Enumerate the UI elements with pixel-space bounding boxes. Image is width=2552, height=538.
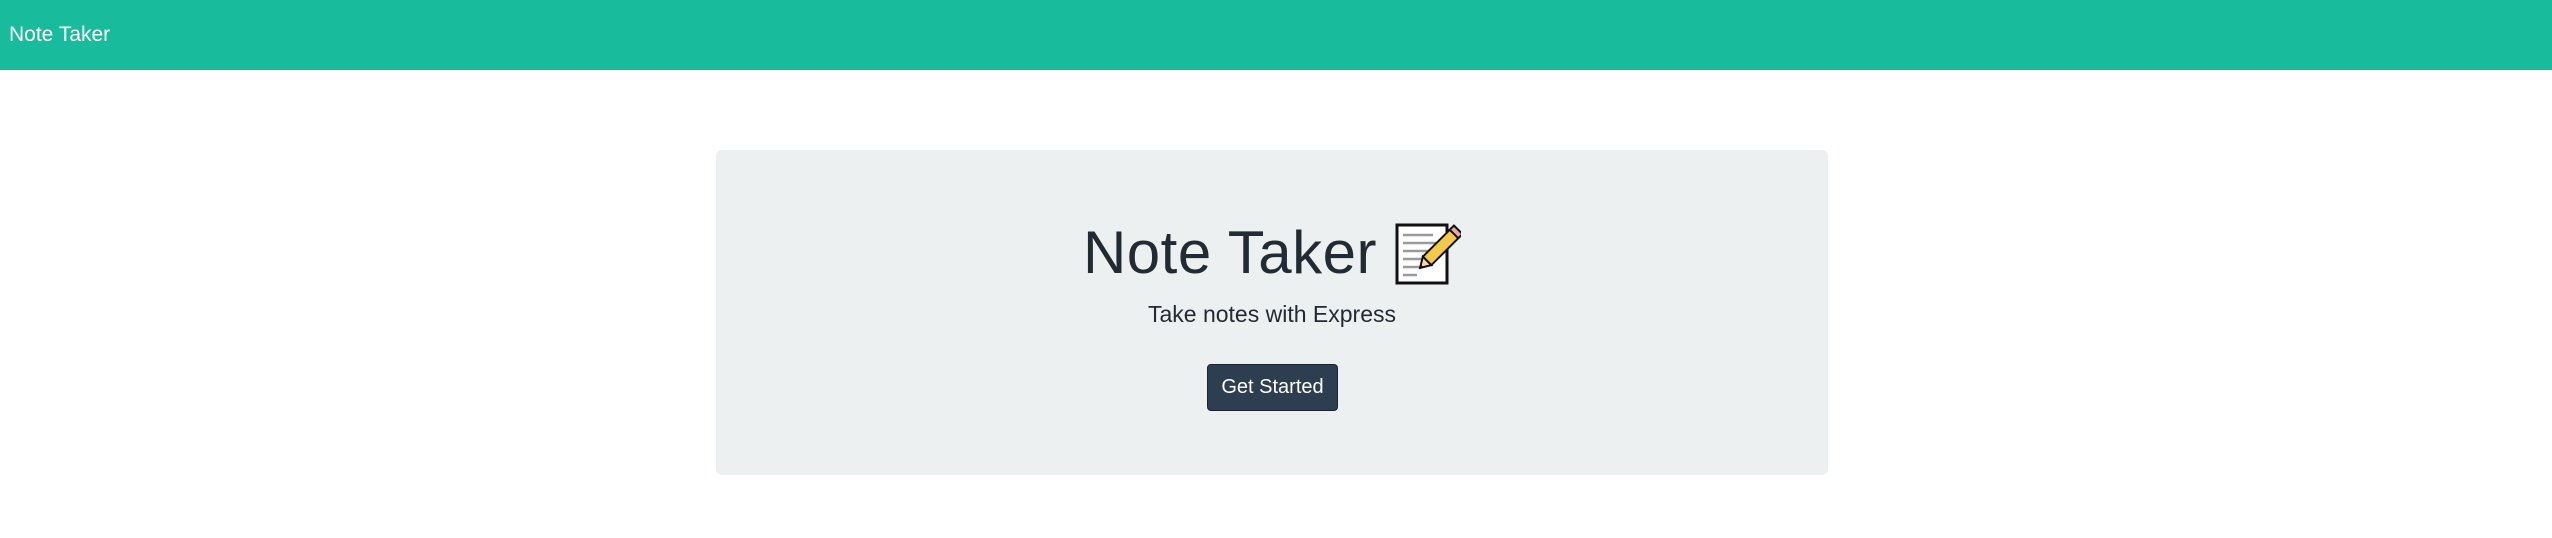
page-title: Note Taker	[1082, 218, 1378, 286]
memo-icon	[1393, 221, 1464, 287]
hero-jumbotron: Note Taker Take notes with Express Get S…	[716, 150, 1828, 475]
navbar: Note Taker	[0, 0, 2552, 70]
hero-title-row: Note Taker	[716, 212, 1828, 292]
get-started-button[interactable]: Get Started	[1207, 364, 1338, 411]
navbar-brand-link[interactable]: Note Taker	[9, 23, 110, 47]
hero-subtitle: Take notes with Express	[1147, 301, 1396, 327]
